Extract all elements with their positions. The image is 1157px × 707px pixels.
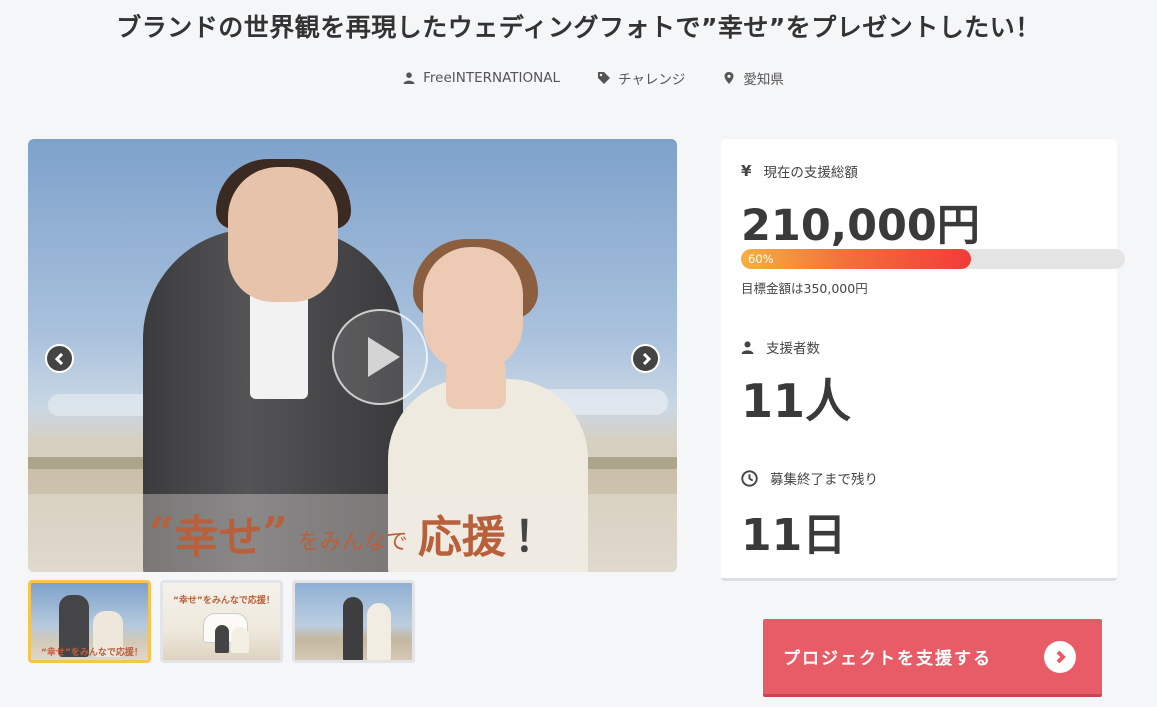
- remaining-label: 募集終了まで残り: [741, 468, 878, 488]
- slider-thumbnails: “幸せ”をみんなで応援！ “幸せ”をみんなで応援！: [28, 580, 415, 663]
- funding-amount: 210,000円: [741, 201, 980, 251]
- location-name: 愛知県: [743, 72, 784, 88]
- funding-label: ¥ 現在の支援総額: [741, 162, 858, 181]
- progress-fill: 60%: [741, 249, 972, 269]
- tag-icon: [598, 72, 610, 84]
- play-icon: [368, 337, 400, 377]
- chevron-left-icon: [54, 352, 63, 365]
- owner-link[interactable]: FreeINTERNATIONAL: [403, 68, 560, 88]
- supporters-count: 11人: [741, 374, 852, 428]
- remaining-days: 11日: [741, 510, 847, 561]
- support-project-label: プロジェクトを支援する: [783, 649, 992, 669]
- slider-next-button[interactable]: [631, 344, 660, 373]
- yen-icon: ¥: [741, 162, 752, 180]
- supporters-label: 支援者数: [741, 337, 820, 357]
- thumbnail-2[interactable]: “幸せ”をみんなで応援！: [160, 580, 283, 663]
- image-slider[interactable]: “ 幸せ ” をみんなで 応援 ！: [28, 139, 677, 572]
- project-title: ブランドの世界観を再現したウェディングフォトで”幸せ”をプレゼントしたい！: [116, 13, 1041, 42]
- thumbnail-3[interactable]: [292, 580, 415, 663]
- chevron-right-circle-icon: [1044, 640, 1076, 673]
- funding-stats-card: ¥ 現在の支援総額 210,000円 60% 目標金額は350,000円 支援者…: [721, 139, 1125, 581]
- clock-icon: [741, 469, 758, 487]
- goal-amount: 目標金額は350,000円: [741, 281, 868, 296]
- project-meta: FreeINTERNATIONAL チャレンジ 愛知県: [0, 68, 1157, 88]
- play-video-button[interactable]: [332, 309, 428, 405]
- chevron-right-icon: [642, 352, 651, 365]
- funding-progress-bar: 60%: [741, 249, 1125, 269]
- user-icon: [741, 340, 754, 354]
- support-project-button[interactable]: プロジェクトを支援する: [763, 619, 1102, 697]
- slide-caption: “ 幸せ ” をみんなで 応援 ！: [28, 494, 677, 572]
- category-link[interactable]: チャレンジ: [598, 68, 685, 88]
- category-name: チャレンジ: [618, 72, 686, 88]
- thumbnail-1[interactable]: “幸せ”をみんなで応援！: [28, 580, 151, 663]
- user-icon: [403, 72, 415, 84]
- location-link[interactable]: 愛知県: [723, 68, 784, 88]
- map-pin-icon: [724, 72, 734, 84]
- owner-name: FreeINTERNATIONAL: [423, 70, 560, 86]
- slider-prev-button[interactable]: [45, 344, 74, 373]
